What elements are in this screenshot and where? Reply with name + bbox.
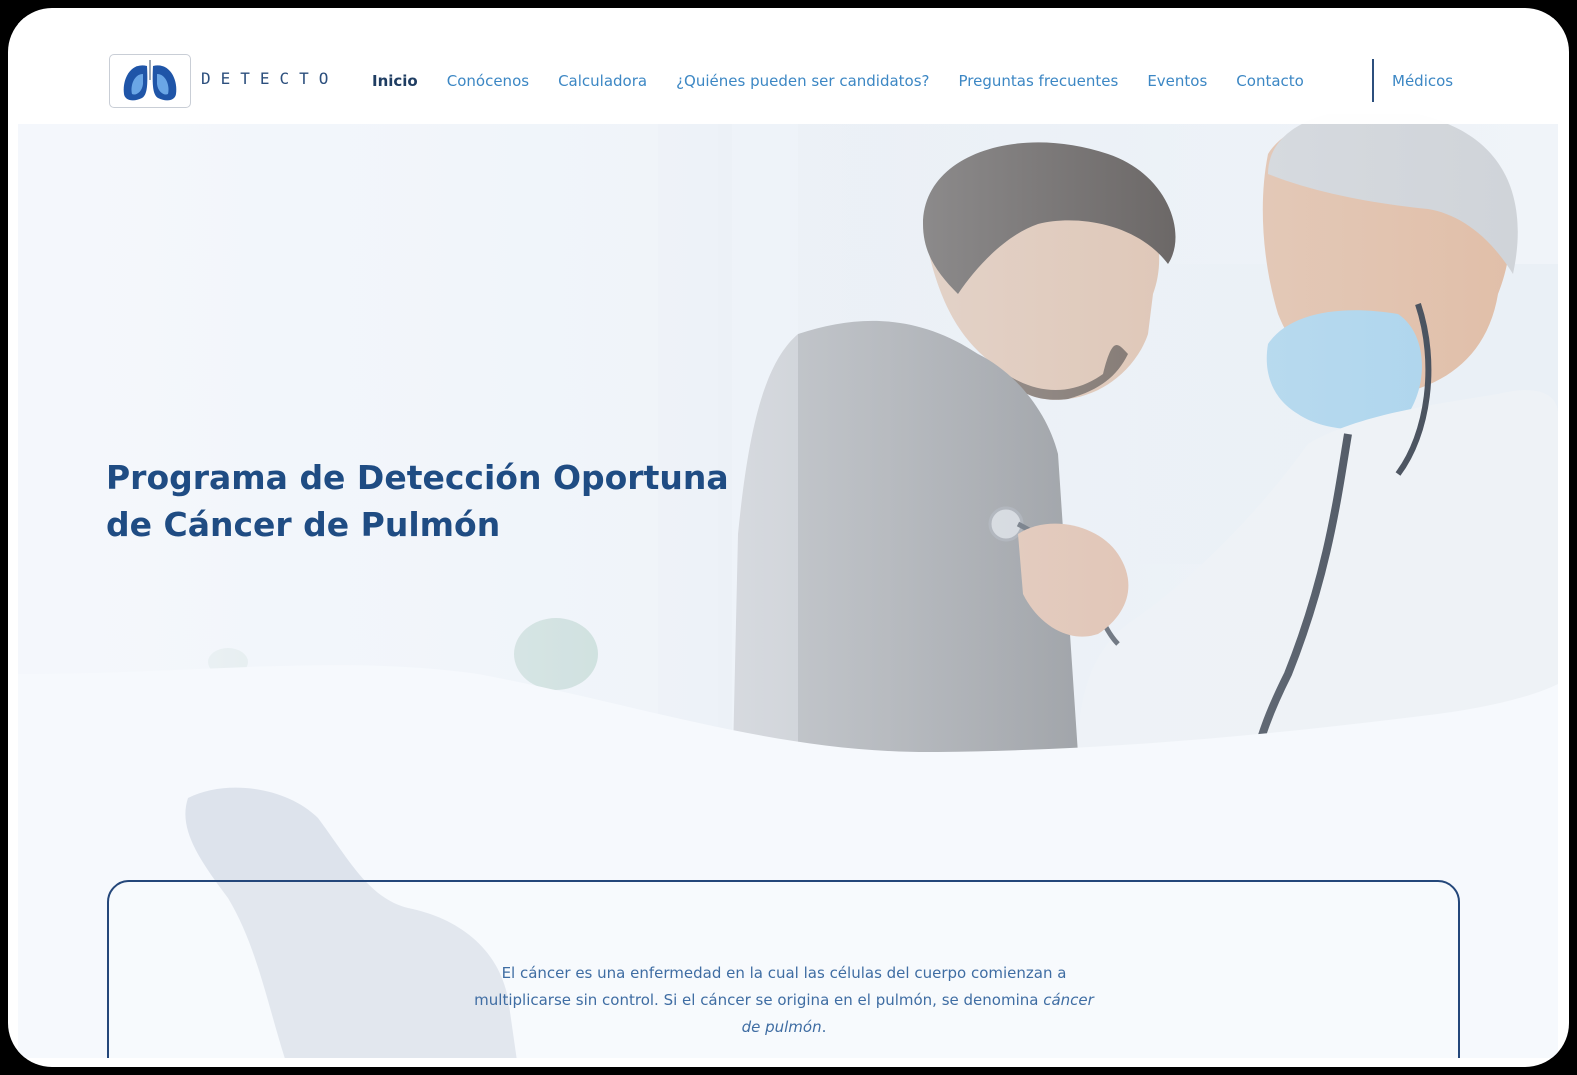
- hero-section: Programa de Detección Oportuna de Cáncer…: [18, 114, 1558, 754]
- nav-item-preguntas-frecuentes[interactable]: Preguntas frecuentes: [959, 72, 1119, 90]
- top-nav: DETECTO Inicio Conócenos Calculadora ¿Qu…: [18, 18, 1558, 124]
- page: DETECTO Inicio Conócenos Calculadora ¿Qu…: [18, 18, 1558, 1058]
- nav-divider: [1372, 59, 1374, 102]
- intro-text-end: .: [821, 1018, 827, 1036]
- lungs-icon: [123, 60, 177, 101]
- hero-image: [18, 114, 1558, 754]
- nav-item-contacto[interactable]: Contacto: [1236, 72, 1304, 90]
- brand-name: DETECTO: [201, 69, 339, 88]
- nav-item-eventos[interactable]: Eventos: [1147, 72, 1207, 90]
- hero-title-line-1: Programa de Detección Oportuna: [106, 458, 729, 497]
- browser-frame: DETECTO Inicio Conócenos Calculadora ¿Qu…: [8, 8, 1569, 1067]
- hero-title: Programa de Detección Oportuna de Cáncer…: [106, 454, 806, 548]
- nav-item-medicos[interactable]: Médicos: [1392, 72, 1453, 90]
- intro-card: El cáncer es una enfermedad en la cual l…: [107, 880, 1460, 1058]
- nav-item-calculadora[interactable]: Calculadora: [558, 72, 647, 90]
- logo[interactable]: [109, 54, 191, 108]
- hero-title-line-2: de Cáncer de Pulmón: [106, 505, 501, 544]
- nav-item-candidatos[interactable]: ¿Quiénes pueden ser candidatos?: [676, 72, 929, 90]
- nav-item-conocenos[interactable]: Conócenos: [447, 72, 529, 90]
- main-menu: Inicio Conócenos Calculadora ¿Quiénes pu…: [372, 72, 1333, 90]
- intro-text-main: El cáncer es una enfermedad en la cual l…: [474, 964, 1067, 1009]
- nav-item-inicio[interactable]: Inicio: [372, 72, 418, 90]
- intro-text: El cáncer es una enfermedad en la cual l…: [469, 960, 1099, 1041]
